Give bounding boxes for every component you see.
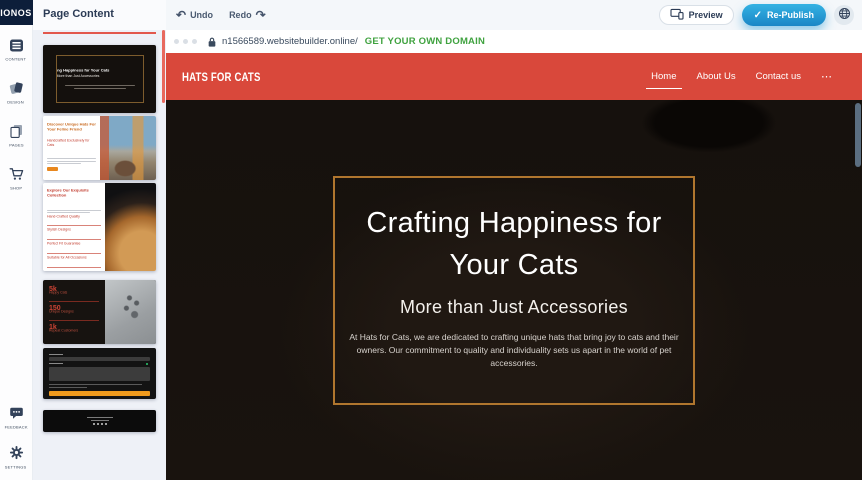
panel-title: Page Content (33, 0, 166, 30)
icon-rail: IONOS CONTENT DESIGN PAGES (0, 0, 33, 480)
undo-icon: ↶ (176, 10, 186, 20)
pages-icon (9, 124, 24, 143)
sidebar-item-label: DESIGN (8, 100, 25, 105)
hero-title: Crafting Happiness for Your Cats (347, 202, 681, 286)
republish-button[interactable]: ✓ Re-Publish (742, 4, 826, 26)
thumbnail-form-indicator (146, 363, 148, 365)
panel-scrollbar[interactable] (162, 30, 165, 103)
nav-item-about[interactable]: About Us (697, 71, 736, 82)
site-header: HATS FOR CATS Home About Us Contact us ⋯ (166, 53, 862, 100)
sidebar-item-label: SETTINGS (5, 465, 27, 470)
thumbnail-footer-section[interactable] (43, 410, 156, 432)
hero-border-box: Crafting Happiness for Your Cats More th… (333, 176, 695, 405)
thumbnail-image-cat-street (100, 116, 156, 180)
language-globe-button[interactable] (834, 5, 854, 25)
sidebar-item-label: CONTENT (6, 57, 27, 62)
sidebar-item-label: PAGES (9, 143, 23, 148)
thumbnail-image-orange-cat (105, 183, 156, 271)
sidebar-item-feedback[interactable]: FEEDBACK (0, 406, 33, 434)
main-area: ↶ Undo Redo ↷ Preview ✓ Re-Publish (166, 0, 862, 480)
nav-item-home[interactable]: Home (651, 71, 676, 82)
thumbnail-features-heading: Explore Our Exquisite Collection (47, 188, 101, 198)
nav-overflow-icon[interactable]: ⋯ (821, 74, 832, 80)
thumbnail-intro-section[interactable]: Discover Unique Hats For Your Feline Fri… (43, 116, 156, 180)
hero-body-text: At Hats for Cats, we are dedicated to cr… (349, 331, 679, 369)
get-domain-link[interactable]: GET YOUR OWN DOMAIN (365, 36, 485, 47)
window-dot (174, 39, 179, 44)
sidebar-item-pages[interactable]: PAGES (0, 124, 33, 152)
feedback-icon (9, 406, 24, 425)
preview-scrollbar[interactable] (855, 103, 861, 167)
thumbnail-contact-form-section[interactable] (43, 348, 156, 399)
editor-toolbar: ↶ Undo Redo ↷ Preview ✓ Re-Publish (166, 0, 862, 30)
thumbnail-features-text: Explore Our Exquisite Collection Hand-Cr… (43, 183, 105, 271)
site-nav: Home About Us Contact us ⋯ (651, 71, 846, 82)
thumbnail-hero-section[interactable]: Crafting Happiness for Your Cats More th… (43, 45, 156, 113)
thumbnail-form-textarea (49, 367, 150, 381)
lock-icon (207, 36, 217, 48)
redo-label: Redo (229, 10, 252, 20)
section-thumbnail-list: Crafting Happiness for Your Cats More th… (43, 45, 156, 432)
thumbnail-hero-border-box: Crafting Happiness for Your Cats More th… (56, 55, 144, 103)
page-content-panel: Page Content Crafting Happiness for Your… (33, 0, 166, 480)
browser-address-bar: n1566589.websitebuilder.online/ GET YOUR… (166, 30, 862, 53)
redo-button[interactable]: Redo ↷ (229, 10, 266, 20)
panel-title-underline (43, 32, 156, 34)
app-window: IONOS CONTENT DESIGN PAGES (0, 0, 862, 480)
site-logo[interactable]: HATS FOR CATS (182, 70, 261, 84)
shop-cart-icon (9, 167, 24, 186)
sidebar-item-settings[interactable]: SETTINGS (0, 445, 33, 474)
redo-icon: ↷ (256, 10, 266, 20)
window-dot (192, 39, 197, 44)
thumbnail-intro-subheading: Handcrafted Exclusively for Cats (47, 139, 96, 148)
settings-gear-icon (9, 445, 24, 465)
thumbnail-image-paw-prints (105, 280, 156, 344)
thumbnail-form-input (49, 357, 150, 361)
stat-label: Repeat Customers (49, 329, 99, 333)
thumbnail-hero-title: Crafting Happiness for Your Cats (56, 68, 122, 73)
thumbnail-hero-text-lines (65, 84, 135, 91)
preview-label: Preview (689, 10, 723, 20)
stat-label: Happy Cats (49, 291, 99, 295)
thumbnail-feature-item: Suitable for All Occasions (47, 256, 101, 260)
thumbnail-footer-social-dots (93, 423, 107, 425)
rail-bottom-items: FEEDBACK SETTINGS (0, 406, 33, 474)
devices-icon (670, 8, 684, 22)
site-url: n1566589.websitebuilder.online/ (222, 36, 358, 47)
thumbnail-intro-text: Discover Unique Hats For Your Feline Fri… (43, 116, 100, 180)
nav-item-contact[interactable]: Contact us (756, 71, 801, 82)
hero-subtitle: More than Just Accessories (347, 297, 681, 318)
sidebar-item-label: FEEDBACK (4, 425, 27, 430)
thumbnail-hero-subtitle: More than Just Accessories (56, 74, 122, 79)
globe-icon (838, 7, 851, 23)
undo-label: Undo (190, 10, 213, 20)
preview-button[interactable]: Preview (659, 5, 734, 25)
thumbnail-form-submit-button (49, 391, 150, 396)
sidebar-item-shop[interactable]: SHOP (0, 167, 33, 195)
thumbnail-intro-button (47, 167, 58, 171)
thumbnail-intro-heading: Discover Unique Hats For Your Feline Fri… (47, 122, 96, 132)
site-preview: HATS FOR CATS Home About Us Contact us ⋯… (166, 53, 862, 480)
content-icon (9, 39, 24, 57)
stat-label: Unique Designs (49, 310, 99, 314)
thumbnail-stats-section[interactable]: 5k Happy Cats 150 Unique Designs 1k Repe… (43, 280, 156, 344)
window-dot (183, 39, 188, 44)
hero-section[interactable]: Crafting Happiness for Your Cats More th… (166, 100, 862, 480)
ionos-logo: IONOS (0, 0, 33, 25)
undo-button[interactable]: ↶ Undo (176, 10, 213, 20)
thumbnail-feature-item: Perfect Fit Guarantee (47, 242, 101, 246)
thumbnail-features-section[interactable]: Explore Our Exquisite Collection Hand-Cr… (43, 183, 156, 271)
sidebar-item-label: SHOP (10, 186, 22, 191)
check-icon: ✓ (754, 10, 762, 21)
rail-items: CONTENT DESIGN PAGES SHOP (0, 39, 33, 195)
sidebar-item-content[interactable]: CONTENT (0, 39, 33, 66)
thumbnail-feature-item: Stylish Designs (47, 228, 101, 232)
sidebar-item-design[interactable]: DESIGN (0, 81, 33, 109)
thumbnail-feature-item: Hand-Crafted Quality (47, 215, 101, 219)
design-icon (9, 81, 24, 100)
republish-label: Re-Publish (767, 10, 814, 20)
thumbnail-stats-text: 5k Happy Cats 150 Unique Designs 1k Repe… (43, 280, 105, 344)
toolbar-right-group: Preview ✓ Re-Publish (659, 4, 854, 26)
